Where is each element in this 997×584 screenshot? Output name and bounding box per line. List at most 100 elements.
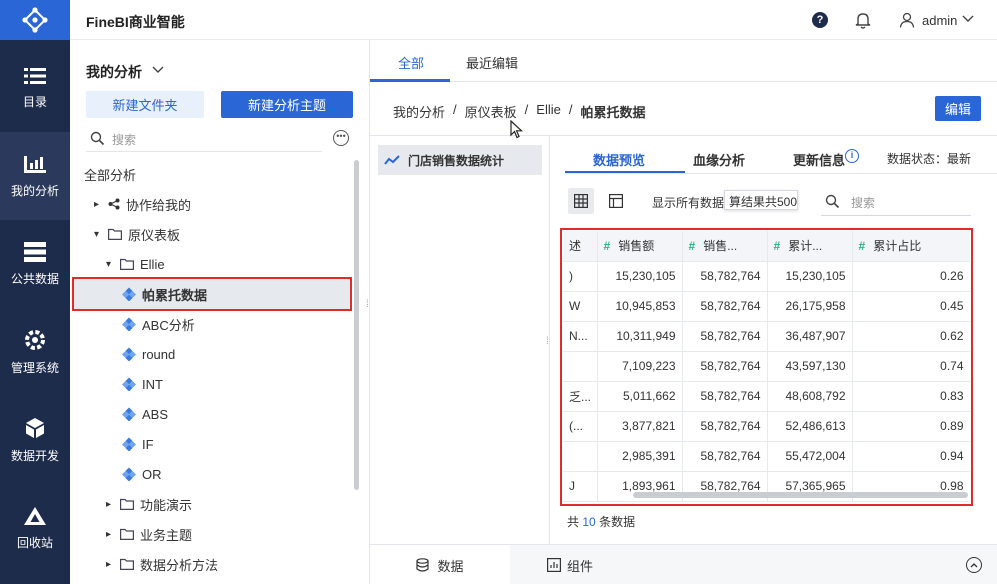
resize-handle[interactable]: ⁞ xyxy=(546,336,549,347)
table-cell[interactable]: 58,782,764 xyxy=(682,321,768,352)
tree-item[interactable]: IF xyxy=(70,429,350,459)
table-cell[interactable]: 58,782,764 xyxy=(682,411,768,442)
caret-right-icon[interactable]: ▸ xyxy=(106,499,114,510)
column-header[interactable]: # 销售额 xyxy=(597,231,683,262)
table-cell[interactable]: 3,877,821 xyxy=(597,411,683,442)
chevron-down-icon[interactable] xyxy=(152,66,164,74)
breadcrumb-item[interactable]: 我的分析 xyxy=(393,102,445,121)
table-cell[interactable]: ) xyxy=(563,261,598,292)
nav-item-public-data[interactable]: 公共数据 xyxy=(0,220,70,308)
table-cell[interactable]: 2,985,391 xyxy=(597,441,683,472)
breadcrumb-item[interactable]: Ellie xyxy=(536,102,561,121)
caret-right-icon[interactable]: ▸ xyxy=(106,559,114,570)
table-cell[interactable]: 52,486,613 xyxy=(767,411,853,442)
table-cell[interactable]: 58,782,764 xyxy=(682,291,768,322)
help-icon[interactable]: ? xyxy=(812,12,828,28)
nav-item-management[interactable]: 管理系统 xyxy=(0,308,70,396)
search-input[interactable]: 搜索 xyxy=(851,194,875,211)
subject-item[interactable]: 门店销售数据统计 xyxy=(378,145,542,175)
tree-item[interactable]: 全部分析 xyxy=(70,159,350,189)
tree-item[interactable]: ABC分析 xyxy=(70,309,350,339)
table-cell[interactable]: 0.83 xyxy=(852,381,970,412)
table-cell[interactable]: 55,472,004 xyxy=(767,441,853,472)
preview-search[interactable]: 搜索 xyxy=(821,188,971,216)
table-scrollbar[interactable] xyxy=(633,492,968,498)
table-cell[interactable]: 58,782,764 xyxy=(682,261,768,292)
caret-down-icon[interactable]: ▾ xyxy=(106,259,114,270)
resize-handle[interactable]: ⁞ xyxy=(366,300,369,310)
bottom-tab-data[interactable]: 数据 xyxy=(370,545,510,584)
new-subject-button[interactable]: 新建分析主题 xyxy=(221,91,353,118)
column-header[interactable]: 述 xyxy=(563,231,598,262)
tab-lineage[interactable]: 血缘分析 xyxy=(693,150,745,169)
tree-item[interactable]: INT xyxy=(70,369,350,399)
table-cell[interactable]: 5,011,662 xyxy=(597,381,683,412)
table-cell[interactable]: 7,109,223 xyxy=(597,351,683,382)
column-header[interactable]: # 累计... xyxy=(767,231,853,262)
caret-down-icon[interactable]: ▾ xyxy=(94,229,102,240)
table-cell[interactable]: 26,175,958 xyxy=(767,291,853,322)
table-cell[interactable]: 58,782,764 xyxy=(682,381,768,412)
table-cell[interactable]: 乏... xyxy=(563,381,598,412)
table-cell[interactable]: (... xyxy=(563,411,598,442)
tree-item[interactable]: OR xyxy=(70,459,350,489)
table-cell[interactable]: J xyxy=(563,471,598,502)
tree-scrollbar[interactable] xyxy=(354,160,359,490)
search-input[interactable]: 搜索 xyxy=(112,131,136,148)
tree-item[interactable]: 帕累托数据 xyxy=(72,277,352,311)
table-cell[interactable]: N... xyxy=(563,321,598,352)
table-cell[interactable]: 0.62 xyxy=(852,321,970,352)
tab-all[interactable]: 全部 xyxy=(398,53,424,72)
table-cell[interactable] xyxy=(563,441,598,472)
table-cell[interactable]: 0.26 xyxy=(852,261,970,292)
data-table[interactable]: 述 # 销售额 # 销售... # 累计... # 累计占比 ) 15,230,105 58,782… xyxy=(563,231,970,503)
tab-recent[interactable]: 最近编辑 xyxy=(466,53,518,72)
tab-update-info[interactable]: 更新信息 xyxy=(793,150,845,169)
column-header[interactable]: # 累计占比 xyxy=(852,231,970,262)
more-icon[interactable]: ••• xyxy=(333,130,349,146)
panel-title[interactable]: 我的分析 xyxy=(86,62,142,82)
nav-item-catalog[interactable]: 目录 xyxy=(0,44,70,132)
table-cell[interactable]: 58,782,764 xyxy=(682,441,768,472)
tree-item[interactable]: ▸ 业务主题 xyxy=(70,519,350,549)
nav-item-recycle-bin[interactable]: 回收站 xyxy=(0,484,70,572)
caret-right-icon[interactable]: ▸ xyxy=(106,529,114,540)
table-cell[interactable]: 10,945,853 xyxy=(597,291,683,322)
breadcrumb-item[interactable]: 原仪表板 xyxy=(465,102,517,121)
table-cell[interactable]: 43,597,130 xyxy=(767,351,853,382)
app-logo[interactable] xyxy=(0,0,70,40)
edit-button[interactable]: 编辑 xyxy=(935,96,981,121)
table-cell[interactable] xyxy=(563,351,598,382)
caret-right-icon[interactable]: ▸ xyxy=(94,199,102,210)
chevron-down-icon[interactable] xyxy=(962,15,974,23)
table-cell[interactable]: W xyxy=(563,291,598,322)
table-cell[interactable]: 10,311,949 xyxy=(597,321,683,352)
column-header[interactable]: # 销售... xyxy=(682,231,768,262)
table-cell[interactable]: 0.45 xyxy=(852,291,970,322)
table-cell[interactable]: 36,487,907 xyxy=(767,321,853,352)
table-cell[interactable]: 48,608,792 xyxy=(767,381,853,412)
table-cell[interactable]: 0.89 xyxy=(852,411,970,442)
nav-item-data-dev[interactable]: 数据开发 xyxy=(0,396,70,484)
nav-item-my-analysis[interactable]: 我的分析 xyxy=(0,132,70,220)
tree-item[interactable]: ▾ Ellie xyxy=(70,249,350,279)
info-icon[interactable]: i xyxy=(845,149,859,163)
table-cell[interactable]: 15,230,105 xyxy=(597,261,683,292)
collapse-button[interactable] xyxy=(966,557,982,573)
bell-icon[interactable] xyxy=(855,11,871,29)
tree-item[interactable]: ▸ 功能演示 xyxy=(70,489,350,519)
tree-item[interactable]: round xyxy=(70,339,350,369)
table-cell[interactable]: 58,782,764 xyxy=(682,351,768,382)
bottom-tab-component[interactable]: 组件 xyxy=(510,545,630,584)
grid-view-button[interactable] xyxy=(568,188,594,214)
table-cell[interactable]: 0.74 xyxy=(852,351,970,382)
tree-item[interactable]: ABS xyxy=(70,399,350,429)
table-cell[interactable]: 0.94 xyxy=(852,441,970,472)
tree-item[interactable]: ▸ 协作给我的 xyxy=(70,189,350,219)
search-box[interactable]: 搜索 xyxy=(86,126,322,152)
username[interactable]: admin xyxy=(922,13,957,28)
new-folder-button[interactable]: 新建文件夹 xyxy=(86,91,204,118)
layout-view-button[interactable] xyxy=(603,188,629,214)
tree-item[interactable]: ▾ 原仪表板 xyxy=(70,219,350,249)
tree-item[interactable]: ▸ 数据分析方法 xyxy=(70,549,350,579)
